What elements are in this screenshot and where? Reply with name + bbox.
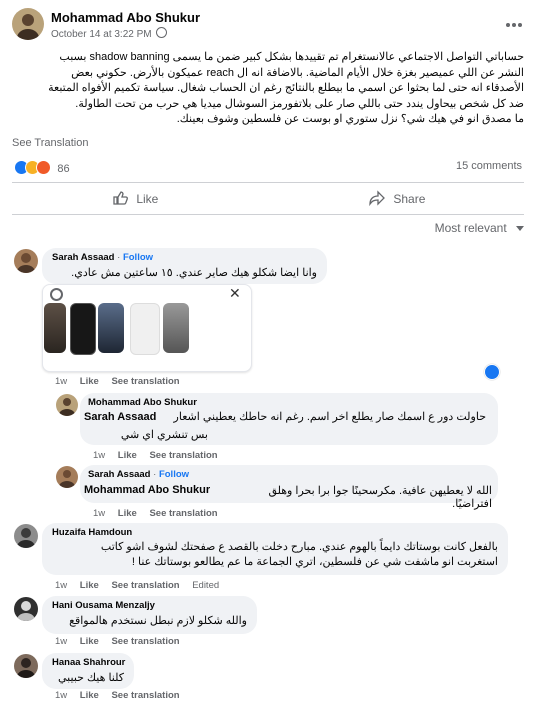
thumbs-up-icon (113, 191, 128, 205)
comment-time[interactable]: 1w (93, 450, 105, 461)
comment-text-line: Sarah Assaad حاولت دور ع اسمك صار يطلع ا… (80, 410, 486, 423)
comment-mention[interactable]: Sarah Assaad (84, 411, 156, 423)
separator-dot: · (117, 252, 121, 263)
like-button-label[interactable]: Like (136, 192, 158, 206)
comment-actions: 1w Like See translation Edited (55, 580, 219, 591)
commenter-avatar[interactable] (14, 249, 38, 273)
reaction-count[interactable]: 86 (57, 163, 69, 175)
comment-like-link[interactable]: Like (118, 450, 137, 461)
post-body-line: النشر عن اللي عميصير بغزة خلال الأيام ال… (71, 66, 524, 79)
story-thumbnail (98, 303, 124, 353)
comment-text: بس تنشري اي شي (120, 429, 208, 441)
comment-like-link[interactable]: Like (80, 376, 99, 387)
comment-see-translation[interactable]: See translation (149, 450, 217, 461)
comment-actions: 1w Like See translation (55, 636, 180, 647)
comment-see-translation[interactable]: See translation (111, 376, 179, 387)
comment-text: استغربت انو ماشفت شي عن فلسطين، اتري الج… (131, 556, 498, 568)
comment-like-link[interactable]: Like (80, 580, 99, 591)
comment-like-link[interactable]: Like (118, 508, 137, 519)
comment-see-translation[interactable]: See translation (111, 580, 179, 591)
post-timestamp[interactable]: October 14 at 3:22 PM (51, 27, 168, 40)
comment-time[interactable]: 1w (55, 636, 67, 647)
like-button[interactable]: Like (112, 190, 158, 210)
comment-text: كلنا هيك حبيبي (58, 672, 124, 684)
comment-time[interactable]: 1w (55, 690, 67, 701)
comment-author[interactable]: Hanaa Shahrour (52, 657, 125, 668)
post-timestamp-text[interactable]: October 14 at 3:22 PM (51, 29, 152, 40)
comment-sort-label[interactable]: Most relevant (435, 221, 507, 235)
comment-time[interactable]: 1w (55, 580, 67, 591)
chevron-down-icon (516, 226, 524, 231)
angry-reaction-icon (36, 160, 51, 175)
follow-link[interactable]: Follow (123, 252, 153, 263)
commenter-avatar[interactable] (14, 654, 38, 678)
comment-actions: 1w Like See translation (93, 508, 218, 519)
close-icon: ✕ (229, 285, 241, 301)
separator-dot: · (153, 469, 157, 480)
comment-like-badge (484, 364, 500, 380)
commenter-avatar[interactable] (14, 597, 38, 621)
comment-like-link[interactable]: Like (80, 636, 99, 647)
comments-count[interactable]: 15 comments (456, 160, 522, 172)
divider (12, 182, 524, 183)
post-body-line: حساباتي التواصل الاجتماعي عالانستغرام تم… (59, 51, 524, 63)
share-arrow-icon (369, 190, 385, 207)
comment-like-link[interactable]: Like (80, 690, 99, 701)
comment-header: Sarah Assaad · Follow (88, 469, 189, 480)
post-body-line: ما مصدق انو في هيك شي؟ نزل ستوري او بوست… (176, 113, 524, 125)
comment-sort-dropdown[interactable]: Most relevant (435, 221, 524, 235)
edited-label: Edited (192, 580, 220, 591)
post-see-translation[interactable]: See Translation (12, 137, 88, 149)
comment-time[interactable]: 1w (93, 508, 105, 519)
follow-link[interactable]: Follow (159, 469, 189, 480)
story-thumbnail (44, 303, 66, 353)
post-author-avatar[interactable] (12, 8, 44, 40)
settings-gear-icon (50, 288, 63, 301)
reaction-summary[interactable]: 86 (14, 160, 70, 175)
comment-header: Sarah Assaad · Follow (52, 252, 153, 263)
post-body-line: ضد كل شخص بيحاول يندد حتى باللي صار على … (75, 97, 524, 110)
comment-author[interactable]: Mohammad Abo Shukur (88, 397, 197, 408)
story-thumbnail (70, 303, 96, 355)
comment-text: وانا ايضا شكلو هيك صاير عندي. ١٥ ساعتين … (71, 267, 317, 279)
post-more-options-icon[interactable] (504, 18, 524, 27)
share-button-label[interactable]: Share (393, 192, 425, 206)
post-body: حساباتي التواصل الاجتماعي عالانستغرام تم… (10, 50, 524, 128)
post-author-name[interactable]: Mohammad Abo Shukur (51, 10, 200, 25)
story-thumbnail (130, 303, 160, 355)
comment-author[interactable]: Sarah Assaad (52, 252, 115, 263)
globe-icon (156, 27, 168, 38)
comment-author[interactable]: Sarah Assaad (88, 469, 151, 480)
comment-see-translation[interactable]: See translation (111, 690, 179, 701)
story-thumbnail (163, 303, 189, 353)
comment-time[interactable]: 1w (55, 376, 67, 387)
share-button[interactable]: Share (369, 190, 425, 210)
comment-text: الله لا يعطيهن عافية. مكرسحينًا جوا برا … (268, 485, 492, 510)
comment-text-block: بالفعل كانت بوستاتك دايماً بالهوم عندي. … (52, 540, 498, 570)
post-body-line: الأصدقاء انه حتى لما بحثوا عن اسمي ما بي… (48, 82, 524, 94)
comment-actions: 1w Like See translation (55, 690, 180, 701)
comment-text: بالفعل كانت بوستاتك دايماً بالهوم عندي. … (100, 541, 498, 553)
comment-actions: 1w Like See translation (93, 450, 218, 461)
comment-see-translation[interactable]: See translation (111, 636, 179, 647)
comment-author[interactable]: Hani Ousama Menzaljy (52, 600, 155, 611)
comment-see-translation[interactable]: See translation (149, 508, 217, 519)
commenter-avatar[interactable] (56, 394, 78, 416)
comment-mention[interactable]: Mohammad Abo Shukur (84, 484, 210, 496)
comment-actions: 1w Like See translation (55, 376, 180, 387)
comment-author[interactable]: Huzaifa Hamdoun (52, 527, 132, 538)
commenter-avatar[interactable] (14, 524, 38, 548)
divider (12, 214, 524, 215)
comment-text: والله شكلو لازم نبطل نستخدم هالمواقع (69, 615, 247, 627)
commenter-avatar[interactable] (56, 466, 78, 488)
